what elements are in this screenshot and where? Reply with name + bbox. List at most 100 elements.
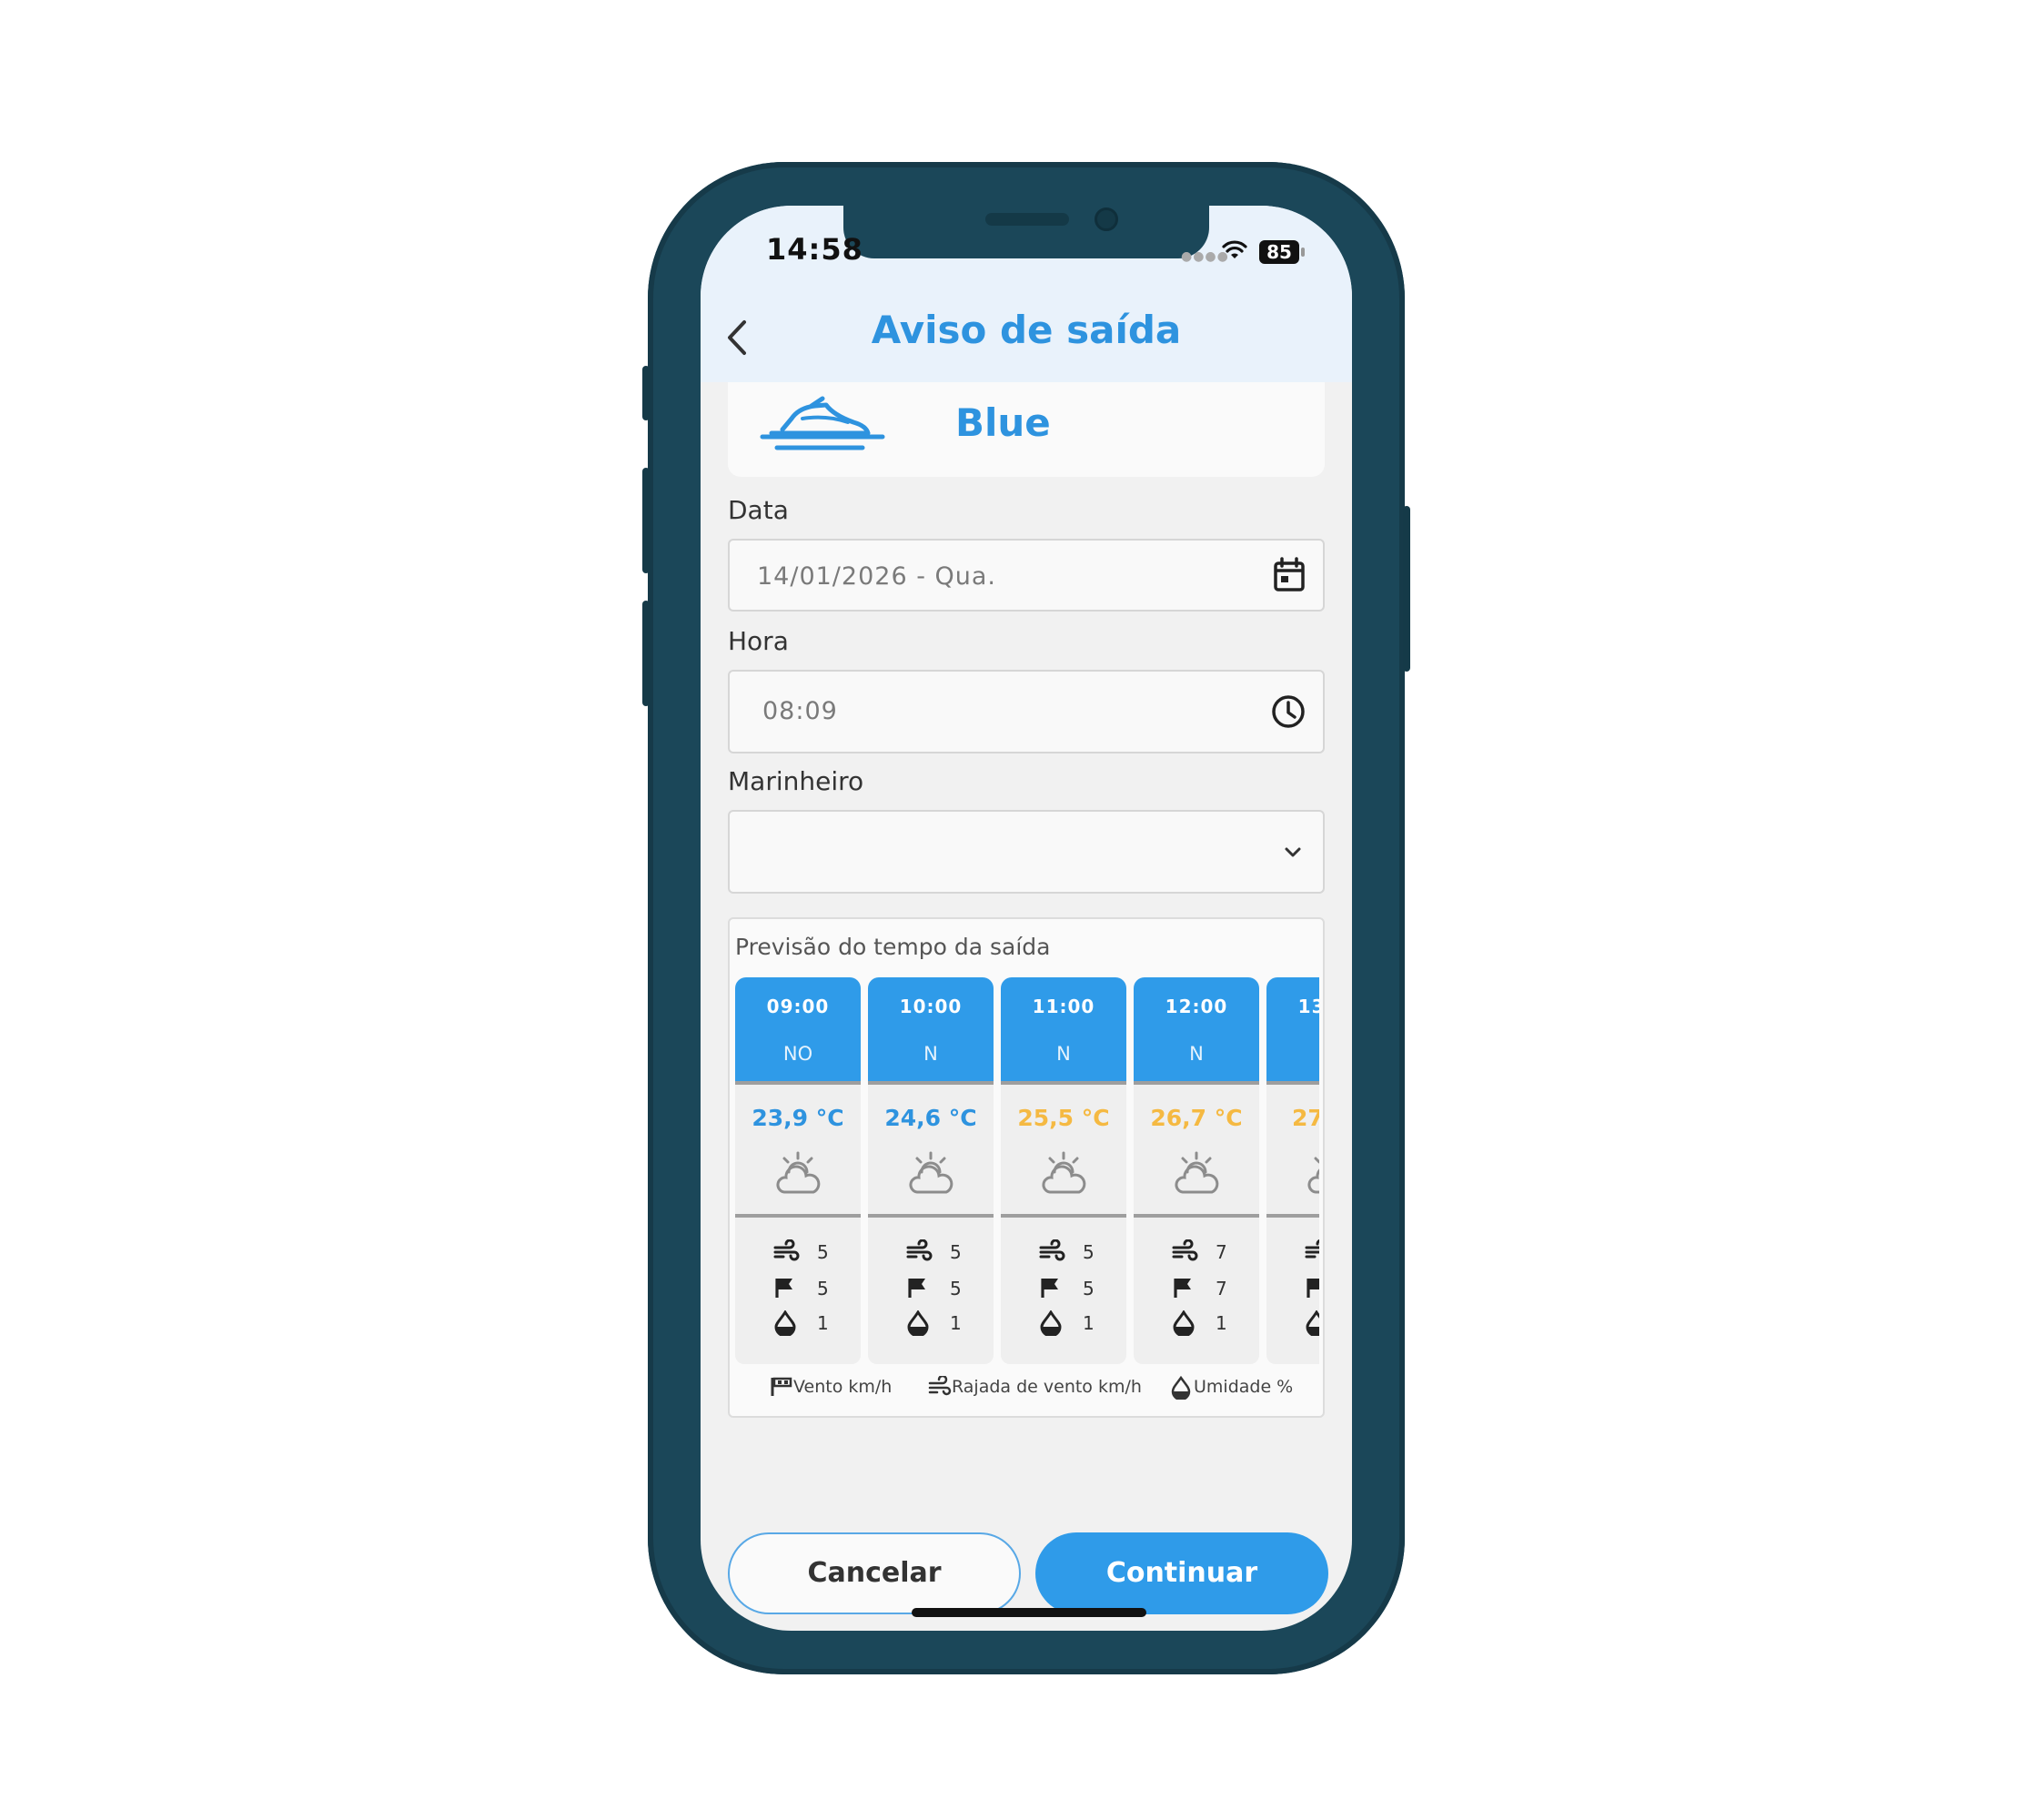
status-time: 14:58 [766,232,863,267]
mute-switch [642,366,650,420]
humidity-drop-icon [1305,1309,1319,1340]
forecast-separator [1001,1214,1126,1218]
wind-gust-icon [1039,1239,1066,1267]
forecast-hour-header: 13:00 [1266,977,1319,1085]
forecast-humidity [1305,1309,1319,1340]
forecast-wind: 5 [773,1276,846,1303]
legend-wind-label: Vento km/h [793,1377,893,1397]
forecast-gust: 5 [906,1239,979,1267]
clock-icon[interactable] [1270,693,1307,730]
forecast-hour-card: 09:00 NO 23,9 °C 5 5 1 [735,977,861,1364]
forecast-hour-time: 10:00 [899,996,963,1017]
time-value: 08:09 [762,697,838,725]
flag-icon [1172,1276,1196,1303]
forecast-gust-value: 7 [1216,1241,1227,1263]
partly-cloudy-icon [1305,1150,1319,1203]
forecast-humidity: 1 [773,1309,846,1340]
forecast-separator [868,1214,994,1218]
forecast-hour-time: 13:00 [1297,996,1319,1017]
forecast-legend: Vento km/h Rajada de vento km/h Umidade … [730,1374,1323,1401]
forecast-wind [1305,1276,1319,1303]
forecast-wind: 5 [1039,1276,1112,1303]
forecast-hour-header: 09:00 NO [735,977,861,1085]
forecast-hour-header: 11:00 N [1001,977,1126,1085]
forecast-hour-card: 11:00 N 25,5 °C 5 5 1 [1001,977,1126,1364]
forecast-wind-value: 7 [1216,1278,1227,1299]
forecast-gust [1305,1239,1319,1267]
forecast-gust-value: 5 [950,1241,962,1263]
partly-cloudy-icon [1039,1150,1088,1203]
page-title: Aviso de saída [871,308,1182,352]
forecast-gust: 5 [1039,1239,1112,1267]
volume-up-button [642,468,650,573]
chevron-down-icon[interactable] [1279,839,1307,866]
power-button [1403,506,1410,672]
volume-down-button [642,601,650,706]
date-label: Data [728,495,789,525]
flag-icon [906,1276,930,1303]
time-label: Hora [728,626,789,656]
forecast-wind-direction: N [923,1043,938,1065]
date-value: 14/01/2026 - Qua. [757,562,997,591]
flag-icon [1039,1276,1063,1303]
forecast-wind-value: 5 [950,1278,962,1299]
legend-humidity-label: Umidade % [1194,1377,1294,1397]
humidity-drop-icon [1039,1309,1063,1340]
wifi-icon [1222,240,1247,258]
partly-cloudy-icon [1172,1150,1221,1203]
flag-icon [773,1276,797,1303]
wind-gust-icon [773,1239,801,1267]
speaker [985,213,1069,226]
wind-gust-icon [1305,1239,1319,1267]
forecast-hour-card: 13:00 27, [1266,977,1319,1364]
forecast-wind: 5 [906,1276,979,1303]
forecast-hour-time: 11:00 [1032,996,1095,1017]
forecast-wind-direction: NO [782,1043,813,1065]
forecast-humidity: 1 [1172,1309,1245,1340]
forecast-hour-time: 09:00 [766,996,830,1017]
forecast-separator [1266,1214,1319,1218]
forecast-wind: 7 [1172,1276,1245,1303]
forecast-gust-value: 5 [1083,1241,1095,1263]
forecast-temperature: 27, [1292,1105,1319,1131]
date-field[interactable]: 14/01/2026 - Qua. [728,539,1325,612]
home-indicator [912,1608,1146,1617]
forecast-humidity: 1 [1039,1309,1112,1340]
forecast-separator [735,1214,861,1218]
forecast-humidity: 1 [906,1309,979,1340]
partly-cloudy-icon [773,1150,822,1203]
forecast-humidity-value: 1 [1083,1312,1095,1334]
forecast-hour-time: 12:00 [1165,996,1228,1017]
forecast-humidity-value: 1 [817,1312,829,1334]
humidity-drop-icon [1172,1309,1196,1340]
partly-cloudy-icon [906,1150,955,1203]
sailor-label: Marinheiro [728,766,864,796]
humidity-drop-icon [773,1309,797,1340]
time-field[interactable]: 08:09 [728,670,1325,753]
sailor-select[interactable] [728,810,1325,894]
app-screen: 14:58 ●●●● 85 Aviso de saída Blue Data 1… [701,206,1352,1631]
hourly-forecast-strip[interactable]: 09:00 NO 23,9 °C 5 5 1 10:00 N 24,6 °C 5 5 1 11:00 N 2… [735,977,1319,1364]
forecast-hour-header: 12:00 N [1134,977,1259,1085]
forecast-temperature: 25,5 °C [1017,1105,1110,1131]
flag-icon [1305,1276,1319,1303]
calendar-icon[interactable] [1272,557,1307,593]
cancel-button[interactable]: Cancelar [728,1532,1021,1614]
vessel-card: Blue [728,382,1325,477]
battery-tip [1301,248,1305,257]
weather-forecast: Previsão do tempo da saída 09:00 NO 23,9 °… [728,917,1325,1418]
notch [843,206,1209,258]
humidity-drop-icon [906,1309,930,1340]
forecast-wind-value: 5 [817,1278,829,1299]
forecast-temperature: 24,6 °C [884,1105,977,1131]
legend-gust-label: Rajada de vento km/h [952,1377,1142,1397]
wind-gust-icon [906,1239,933,1267]
wind-gust-icon [928,1376,952,1396]
forecast-temperature: 23,9 °C [752,1105,844,1131]
forecast-title: Previsão do tempo da saída [735,934,1051,960]
status-icons: ●●●● 85 [1181,237,1327,264]
continue-button[interactable]: Continuar [1035,1532,1328,1614]
battery-indicator: 85 [1259,240,1299,264]
forecast-temperature: 26,7 °C [1150,1105,1243,1131]
forecast-humidity-value: 1 [1216,1312,1227,1334]
